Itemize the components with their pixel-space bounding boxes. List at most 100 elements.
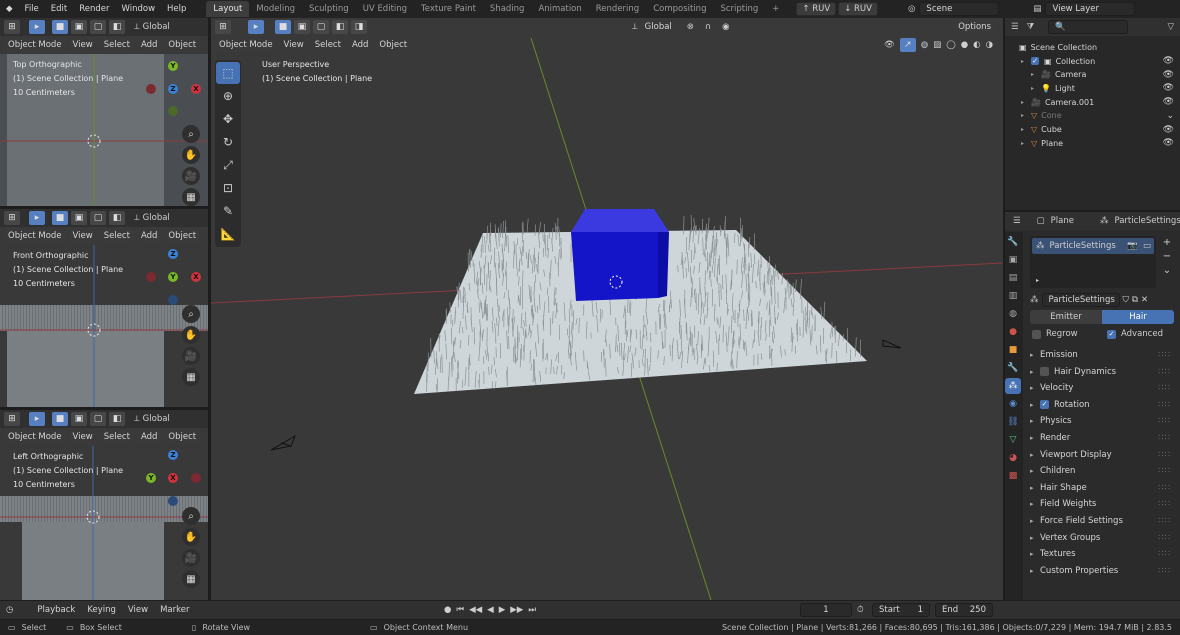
select-tool-icon[interactable]: ⬚	[216, 62, 240, 84]
particle-list-item[interactable]: ⁂ ParticleSettings 📷 ▭	[1032, 238, 1154, 254]
gizmo-y-axis[interactable]: Y	[146, 473, 156, 483]
drag-handle-icon[interactable]: ∷∷	[1158, 400, 1171, 410]
move-tool-icon[interactable]: ✥	[216, 108, 240, 130]
select-mode-invert-icon[interactable]: ◧	[109, 211, 125, 225]
tool-icon[interactable]: 🔧	[1005, 234, 1021, 250]
grid-view-icon[interactable]: ▦	[182, 570, 200, 588]
menu-render[interactable]: Render	[73, 4, 115, 14]
annotate-tool-icon[interactable]: ✎	[216, 200, 240, 222]
outliner-item[interactable]: ▸ ▽ Cube 👁	[1005, 123, 1180, 137]
editor-type-icon[interactable]: ⊞	[4, 211, 20, 225]
eye-icon[interactable]: 👁	[1163, 125, 1174, 135]
panel-vertex-groups[interactable]: ▸ Vertex Groups ∷∷	[1030, 530, 1175, 546]
panel-children[interactable]: ▸ Children ∷∷	[1030, 463, 1175, 479]
gizmo-x-axis[interactable]: X	[168, 473, 178, 483]
camera-view-icon[interactable]: 🎥	[182, 549, 200, 567]
jump-end-icon[interactable]: ⏭	[528, 605, 536, 615]
drag-handle-icon[interactable]: ∷∷	[1158, 516, 1171, 526]
panel-checkbox[interactable]	[1040, 367, 1049, 377]
menu-view[interactable]: View	[68, 429, 97, 444]
viewport-front[interactable]: ⊞ ▸ ■ ▣ ▢ ◧ ⟂ Global Object Mode View Se…	[0, 209, 208, 407]
gizmo-neg-y[interactable]	[168, 106, 178, 116]
outliner-item[interactable]: ▸ ✓ ▣ Collection 👁	[1005, 54, 1180, 68]
prev-key-icon[interactable]: ◀◀	[469, 605, 482, 615]
eye-icon[interactable]: 👁	[1163, 83, 1174, 93]
regrow-checkbox[interactable]: Regrow	[1032, 329, 1078, 339]
pan-icon[interactable]: ✋	[182, 326, 200, 344]
gizmo-y-axis[interactable]: Y	[168, 61, 178, 71]
constraints-icon[interactable]: ⛓	[1005, 414, 1021, 430]
outliner-filter-icon[interactable]: ⧩	[1027, 22, 1035, 32]
select-mode-extend-icon[interactable]: ▣	[71, 20, 87, 34]
list-expand-icon[interactable]: ▸	[1036, 277, 1039, 284]
select-mode-subtract-icon[interactable]: ▢	[90, 412, 106, 426]
add-slot-icon[interactable]: +	[1161, 236, 1173, 250]
drag-handle-icon[interactable]: ∷∷	[1158, 416, 1171, 426]
blender-logo-icon[interactable]: ◆	[4, 4, 19, 14]
grid-view-icon[interactable]: ▦	[182, 188, 200, 206]
mode-dropdown[interactable]: Object Mode	[4, 37, 66, 52]
scene-props-icon[interactable]: ◍	[1005, 306, 1021, 322]
menu-object[interactable]: Object	[164, 228, 201, 243]
drag-handle-icon[interactable]: ∷∷	[1158, 450, 1171, 460]
viewport-left[interactable]: ⊞ ▸ ■ ▣ ▢ ◧ ⟂ Global Object Mode View Se…	[0, 410, 208, 600]
drag-handle-icon[interactable]: ∷∷	[1158, 466, 1171, 476]
menu-select[interactable]: Select	[99, 228, 134, 243]
drag-handle-icon[interactable]: ∷∷	[1158, 383, 1171, 393]
physics-icon[interactable]: ◉	[1005, 396, 1021, 412]
tab-scripting[interactable]: Scripting	[713, 1, 765, 17]
properties-editor-icon[interactable]: ☰	[1013, 216, 1021, 226]
pan-icon[interactable]: ✋	[182, 146, 200, 164]
drag-handle-icon[interactable]: ∷∷	[1158, 549, 1171, 559]
camera-view-icon[interactable]: 🎥	[182, 347, 200, 365]
expand-icon[interactable]: ▸	[1021, 112, 1031, 119]
tab-texture-paint[interactable]: Texture Paint	[414, 1, 483, 17]
hair-button[interactable]: Hair	[1102, 310, 1174, 324]
menu-view[interactable]: View	[68, 228, 97, 243]
panel-checkbox[interactable]: ✓	[1040, 400, 1049, 410]
menu-object[interactable]: Object	[164, 429, 201, 444]
select-mode-new-icon[interactable]: ■	[52, 412, 68, 426]
mode-dropdown[interactable]: Object Mode	[4, 429, 66, 444]
texture-icon[interactable]: ▩	[1005, 468, 1021, 484]
modifier-icon[interactable]: 🔧	[1005, 360, 1021, 376]
menu-object[interactable]: Object	[164, 37, 201, 52]
view-layer-icon[interactable]: ▥	[1005, 288, 1021, 304]
cursor-tool-icon[interactable]: ⊕	[216, 85, 240, 107]
orientation-dropdown[interactable]: Global	[143, 22, 170, 32]
eye-icon[interactable]: 👁	[1163, 97, 1174, 107]
orientation-dropdown[interactable]: Global	[143, 414, 170, 424]
advanced-check[interactable]: ✓	[1107, 329, 1116, 339]
panel-hair-shape[interactable]: ▸ Hair Shape ∷∷	[1030, 480, 1175, 496]
material-icon[interactable]: ◕	[1005, 450, 1021, 466]
expand-icon[interactable]: ▸	[1021, 58, 1031, 65]
select-box-icon[interactable]: ▸	[29, 20, 45, 34]
tab-compositing[interactable]: Compositing	[646, 1, 713, 17]
grid-view-icon[interactable]: ▦	[182, 368, 200, 386]
particle-browse-icon[interactable]: ⁂	[1030, 295, 1039, 305]
gizmo-neg-axis[interactable]	[146, 272, 156, 282]
rotate-tool-icon[interactable]: ↻	[216, 131, 240, 153]
view-layer-selector[interactable]: View Layer	[1045, 2, 1136, 16]
particles-tab-icon[interactable]: ⁂	[1005, 378, 1021, 394]
editor-type-icon[interactable]: ⊞	[4, 412, 20, 426]
menu-marker[interactable]: Marker	[156, 603, 193, 617]
menu-add[interactable]: Add	[136, 228, 162, 243]
zoom-icon[interactable]: ⌕	[182, 507, 200, 525]
menu-file[interactable]: File	[19, 4, 45, 14]
drag-handle-icon[interactable]: ∷∷	[1158, 566, 1171, 576]
outliner-item[interactable]: ▸ ▽ Plane 👁	[1005, 136, 1180, 150]
drag-handle-icon[interactable]: ∷∷	[1158, 350, 1171, 360]
scene-collection-row[interactable]: ▣ Scene Collection	[1005, 40, 1180, 54]
record-icon[interactable]: ●	[444, 605, 451, 615]
outliner-item[interactable]: ▸ 💡 Light 👁	[1005, 81, 1180, 95]
eye-icon[interactable]: 👁	[1163, 56, 1174, 66]
expand-icon[interactable]: ▸	[1031, 85, 1041, 92]
tab-animation[interactable]: Animation	[531, 1, 588, 17]
select-box-icon[interactable]: ▸	[29, 211, 45, 225]
unlink-icon[interactable]: ✕	[1141, 295, 1148, 305]
tab-layout[interactable]: Layout	[206, 1, 250, 17]
gizmo-neg-z[interactable]	[168, 496, 178, 506]
menu-help[interactable]: Help	[161, 4, 192, 14]
next-key-icon[interactable]: ▶▶	[510, 605, 523, 615]
